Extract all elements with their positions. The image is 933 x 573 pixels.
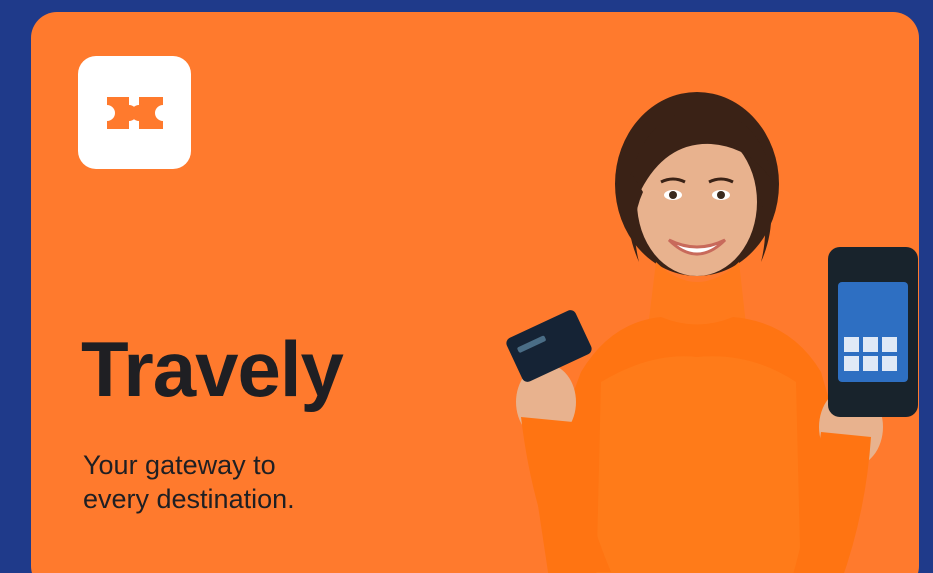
app-logo (78, 56, 191, 169)
tagline-line-1: Your gateway to (83, 450, 276, 480)
hero-illustration (506, 92, 918, 573)
tagline-line-2: every destination. (83, 484, 295, 514)
page-frame: Travely Your gateway to every destinatio… (0, 0, 933, 573)
promo-card: Travely Your gateway to every destinatio… (31, 12, 919, 573)
ticket-icon (106, 96, 163, 129)
tagline: Your gateway to every destination. (83, 448, 403, 516)
brand-title: Travely (81, 325, 344, 413)
